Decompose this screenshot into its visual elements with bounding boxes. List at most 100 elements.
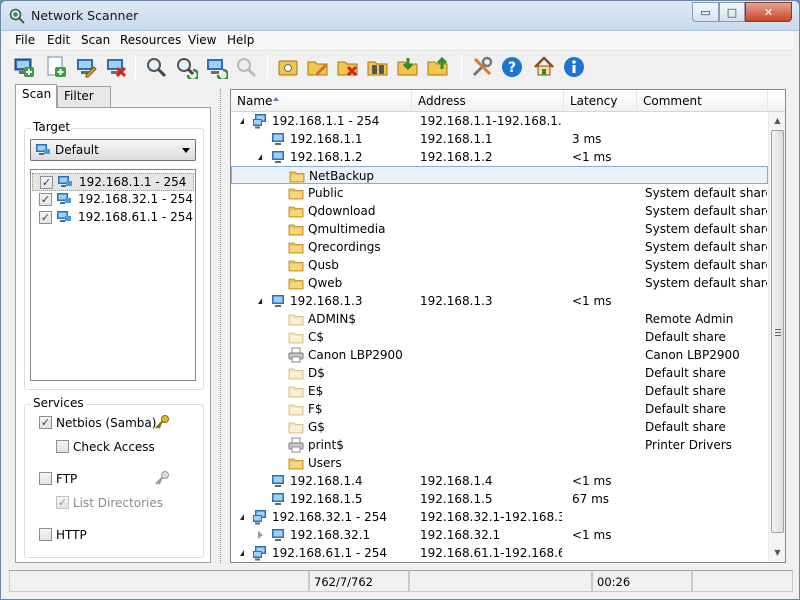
tree-row[interactable]: F$ Default share: [231, 400, 768, 418]
cell-comment: System default share: [645, 240, 767, 254]
target-item[interactable]: ✓ 192.168.1.1 - 254: [32, 173, 194, 191]
cell-comment: Default share: [645, 330, 726, 344]
home-button[interactable]: [531, 54, 557, 80]
expanded-arrow-icon[interactable]: [258, 154, 262, 160]
column-header-name[interactable]: Name: [231, 90, 412, 112]
delete-range-button[interactable]: [103, 54, 129, 80]
target-item[interactable]: ✓ 192.168.61.1 - 254: [32, 209, 194, 227]
target-list[interactable]: ✓ 192.168.1.1 - 254 ✓ 192.168.32.1 - 254…: [30, 169, 196, 381]
scroll-down-button[interactable]: ▼: [769, 544, 785, 561]
column-header-latency[interactable]: Latency: [564, 90, 637, 112]
tree-row[interactable]: Users: [231, 454, 768, 472]
export-button[interactable]: [425, 54, 451, 80]
tree-row[interactable]: 192.168.1.3 192.168.1.3 <1 ms: [231, 292, 768, 310]
expanded-arrow-icon[interactable]: [240, 118, 244, 124]
tree-row[interactable]: 192.168.1.2 192.168.1.2 <1 ms: [231, 148, 768, 166]
hidden-folder-icon: [288, 368, 304, 380]
pane-splitter[interactable]: [220, 89, 223, 563]
target-checkbox[interactable]: ✓: [39, 211, 52, 224]
tree-row[interactable]: C$ Default share: [231, 328, 768, 346]
help-button[interactable]: ?: [499, 54, 525, 80]
tree-row[interactable]: Qusb System default share: [231, 256, 768, 274]
menu-view[interactable]: View: [188, 33, 216, 47]
delete-folder-button[interactable]: [335, 54, 361, 80]
tree-row[interactable]: 192.168.32.1 - 254 192.168.32.1-192.168.3…: [231, 508, 768, 526]
toolbar-separator: [461, 55, 462, 79]
list-directories-checkbox[interactable]: ✓: [56, 496, 69, 509]
import-button[interactable]: [395, 54, 421, 80]
tree-row[interactable]: 192.168.1.1 - 254 192.168.1.1-192.168.1.2…: [231, 112, 768, 130]
tree-row[interactable]: Canon LBP2900 Canon LBP2900: [231, 346, 768, 364]
tree-row[interactable]: Qrecordings System default share: [231, 238, 768, 256]
cell-comment: System default share: [645, 276, 767, 290]
expanded-arrow-icon[interactable]: [258, 298, 262, 304]
target-checkbox[interactable]: ✓: [40, 176, 53, 189]
new-range-button[interactable]: [43, 54, 69, 80]
key-icon[interactable]: [154, 470, 170, 486]
tree-row[interactable]: ADMIN$ Remote Admin: [231, 310, 768, 328]
tree-row[interactable]: print$ Printer Drivers: [231, 436, 768, 454]
home-icon: [534, 56, 554, 76]
menu-edit[interactable]: Edit: [47, 33, 70, 47]
tree-row[interactable]: 192.168.1.4 192.168.1.4 <1 ms: [231, 472, 768, 490]
vertical-scrollbar[interactable]: ▲ ▼: [768, 112, 785, 562]
open-button[interactable]: [275, 54, 301, 80]
options-button[interactable]: [469, 54, 495, 80]
tree-row[interactable]: E$ Default share: [231, 382, 768, 400]
tree-row[interactable]: 192.168.61.1 - 254 192.168.61.1-192.168.6…: [231, 544, 768, 562]
expanded-arrow-icon[interactable]: [240, 550, 244, 556]
title-bar[interactable]: Network Scanner ▭ □ ✕: [1, 1, 799, 31]
tree-row[interactable]: 192.168.1.5 192.168.1.5 67 ms: [231, 490, 768, 508]
expanded-arrow-icon[interactable]: [240, 514, 244, 520]
scroll-thumb[interactable]: [771, 130, 784, 533]
target-item[interactable]: ✓ 192.168.32.1 - 254: [32, 191, 194, 209]
target-combo[interactable]: Default: [30, 139, 196, 161]
close-button[interactable]: ✕: [745, 2, 792, 22]
edit-file-button[interactable]: [305, 54, 331, 80]
menu-scan[interactable]: Scan: [81, 33, 110, 47]
delete-range-icon: [107, 59, 127, 78]
cell-comment: Remote Admin: [645, 312, 734, 326]
ftp-checkbox[interactable]: [39, 472, 52, 485]
tab-scan[interactable]: Scan: [15, 84, 57, 108]
minimize-button[interactable]: ▭: [692, 2, 719, 22]
tree-row[interactable]: NetBackup: [231, 166, 768, 184]
collapsed-arrow-icon[interactable]: [258, 531, 263, 539]
cell-name: 192.168.1.5: [290, 492, 363, 506]
stop-scan-button[interactable]: [233, 54, 259, 80]
menu-resources[interactable]: Resources: [120, 33, 181, 47]
hidden-folder-icon: [288, 422, 304, 434]
cell-name: D$: [308, 366, 325, 380]
find-button[interactable]: [143, 54, 169, 80]
tree-row[interactable]: 192.168.1.1 192.168.1.1 3 ms: [231, 130, 768, 148]
tree-row[interactable]: D$ Default share: [231, 364, 768, 382]
tree-row[interactable]: Qdownload System default share: [231, 202, 768, 220]
refresh-button[interactable]: [173, 54, 199, 80]
grip-line: [775, 329, 781, 330]
binoculars-button[interactable]: [365, 54, 391, 80]
maximize-button[interactable]: □: [719, 2, 745, 22]
tree-row[interactable]: Public System default share: [231, 184, 768, 202]
status-panel-main: [9, 570, 309, 592]
tree-row[interactable]: Qweb System default share: [231, 274, 768, 292]
http-checkbox[interactable]: [39, 528, 52, 541]
scan-button[interactable]: [203, 54, 229, 80]
column-header-address[interactable]: Address: [412, 90, 564, 112]
tree-row[interactable]: 192.168.32.1 192.168.32.1 <1 ms: [231, 526, 768, 544]
scroll-up-button[interactable]: ▲: [769, 112, 785, 129]
edit-range-button[interactable]: [73, 54, 99, 80]
info-button[interactable]: [561, 54, 587, 80]
tab-filter[interactable]: Filter: [57, 86, 111, 108]
column-header-comment[interactable]: Comment: [637, 90, 768, 112]
target-checkbox[interactable]: ✓: [39, 193, 52, 206]
check-access-checkbox[interactable]: [56, 440, 69, 453]
cell-name: 192.168.32.1 - 254: [272, 510, 388, 524]
key-icon[interactable]: [154, 414, 170, 430]
add-computer-button[interactable]: [11, 54, 37, 80]
tree-row[interactable]: G$ Default share: [231, 418, 768, 436]
netbios-checkbox[interactable]: ✓: [39, 416, 52, 429]
menu-file[interactable]: File: [15, 33, 35, 47]
export-icon: [427, 56, 448, 76]
menu-help[interactable]: Help: [227, 33, 254, 47]
tree-row[interactable]: Qmultimedia System default share: [231, 220, 768, 238]
